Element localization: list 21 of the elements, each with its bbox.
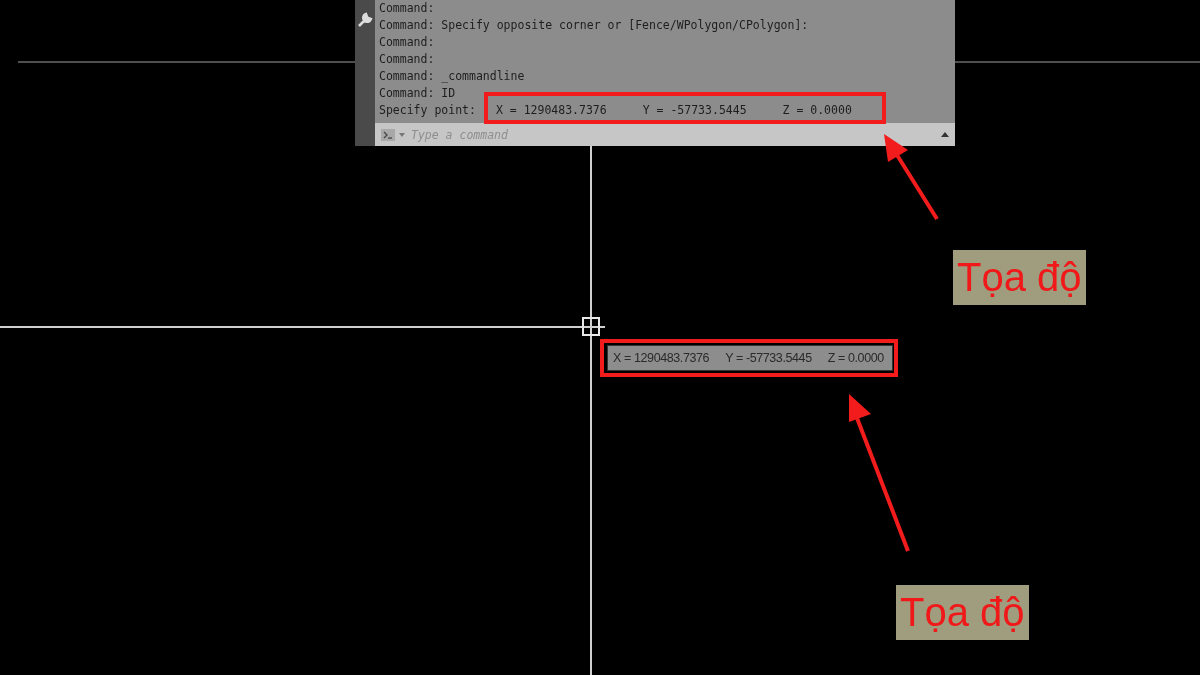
wrench-icon xyxy=(357,12,373,28)
coordinate-value: X = 1290483.7376 xyxy=(495,102,607,119)
command-input-field[interactable]: Type a command xyxy=(409,126,937,143)
expand-icon[interactable] xyxy=(941,132,949,137)
coordinate-value: Z = 0.0000 xyxy=(782,102,852,119)
coordinate-value: X = 1290483.7376 xyxy=(613,351,710,365)
command-history-line: Command: xyxy=(379,34,436,51)
command-history-line: Command: Specify opposite corner or [Fence/WPolygon/CPolygon]: xyxy=(379,17,810,34)
command-prompt-icon[interactable] xyxy=(381,128,395,141)
command-history-line: Command: xyxy=(379,0,436,17)
annotation-label: Tọa độ xyxy=(896,585,1029,640)
coordinate-value: Z = 0.0000 xyxy=(827,351,884,365)
command-history-line: Command: xyxy=(379,51,436,68)
caret-icon[interactable] xyxy=(399,132,405,137)
command-history-line: Command: ID xyxy=(379,85,457,102)
coordinate-value: Y = -57733.5445 xyxy=(642,102,747,119)
command-prompt: Specify point: xyxy=(379,102,476,119)
annotation-label: Tọa độ xyxy=(953,250,1086,305)
command-line-bar[interactable]: Type a command xyxy=(375,123,955,146)
command-history-line: Command: _commandline xyxy=(379,68,526,85)
coordinate-value: Y = -57733.5445 xyxy=(725,351,812,365)
